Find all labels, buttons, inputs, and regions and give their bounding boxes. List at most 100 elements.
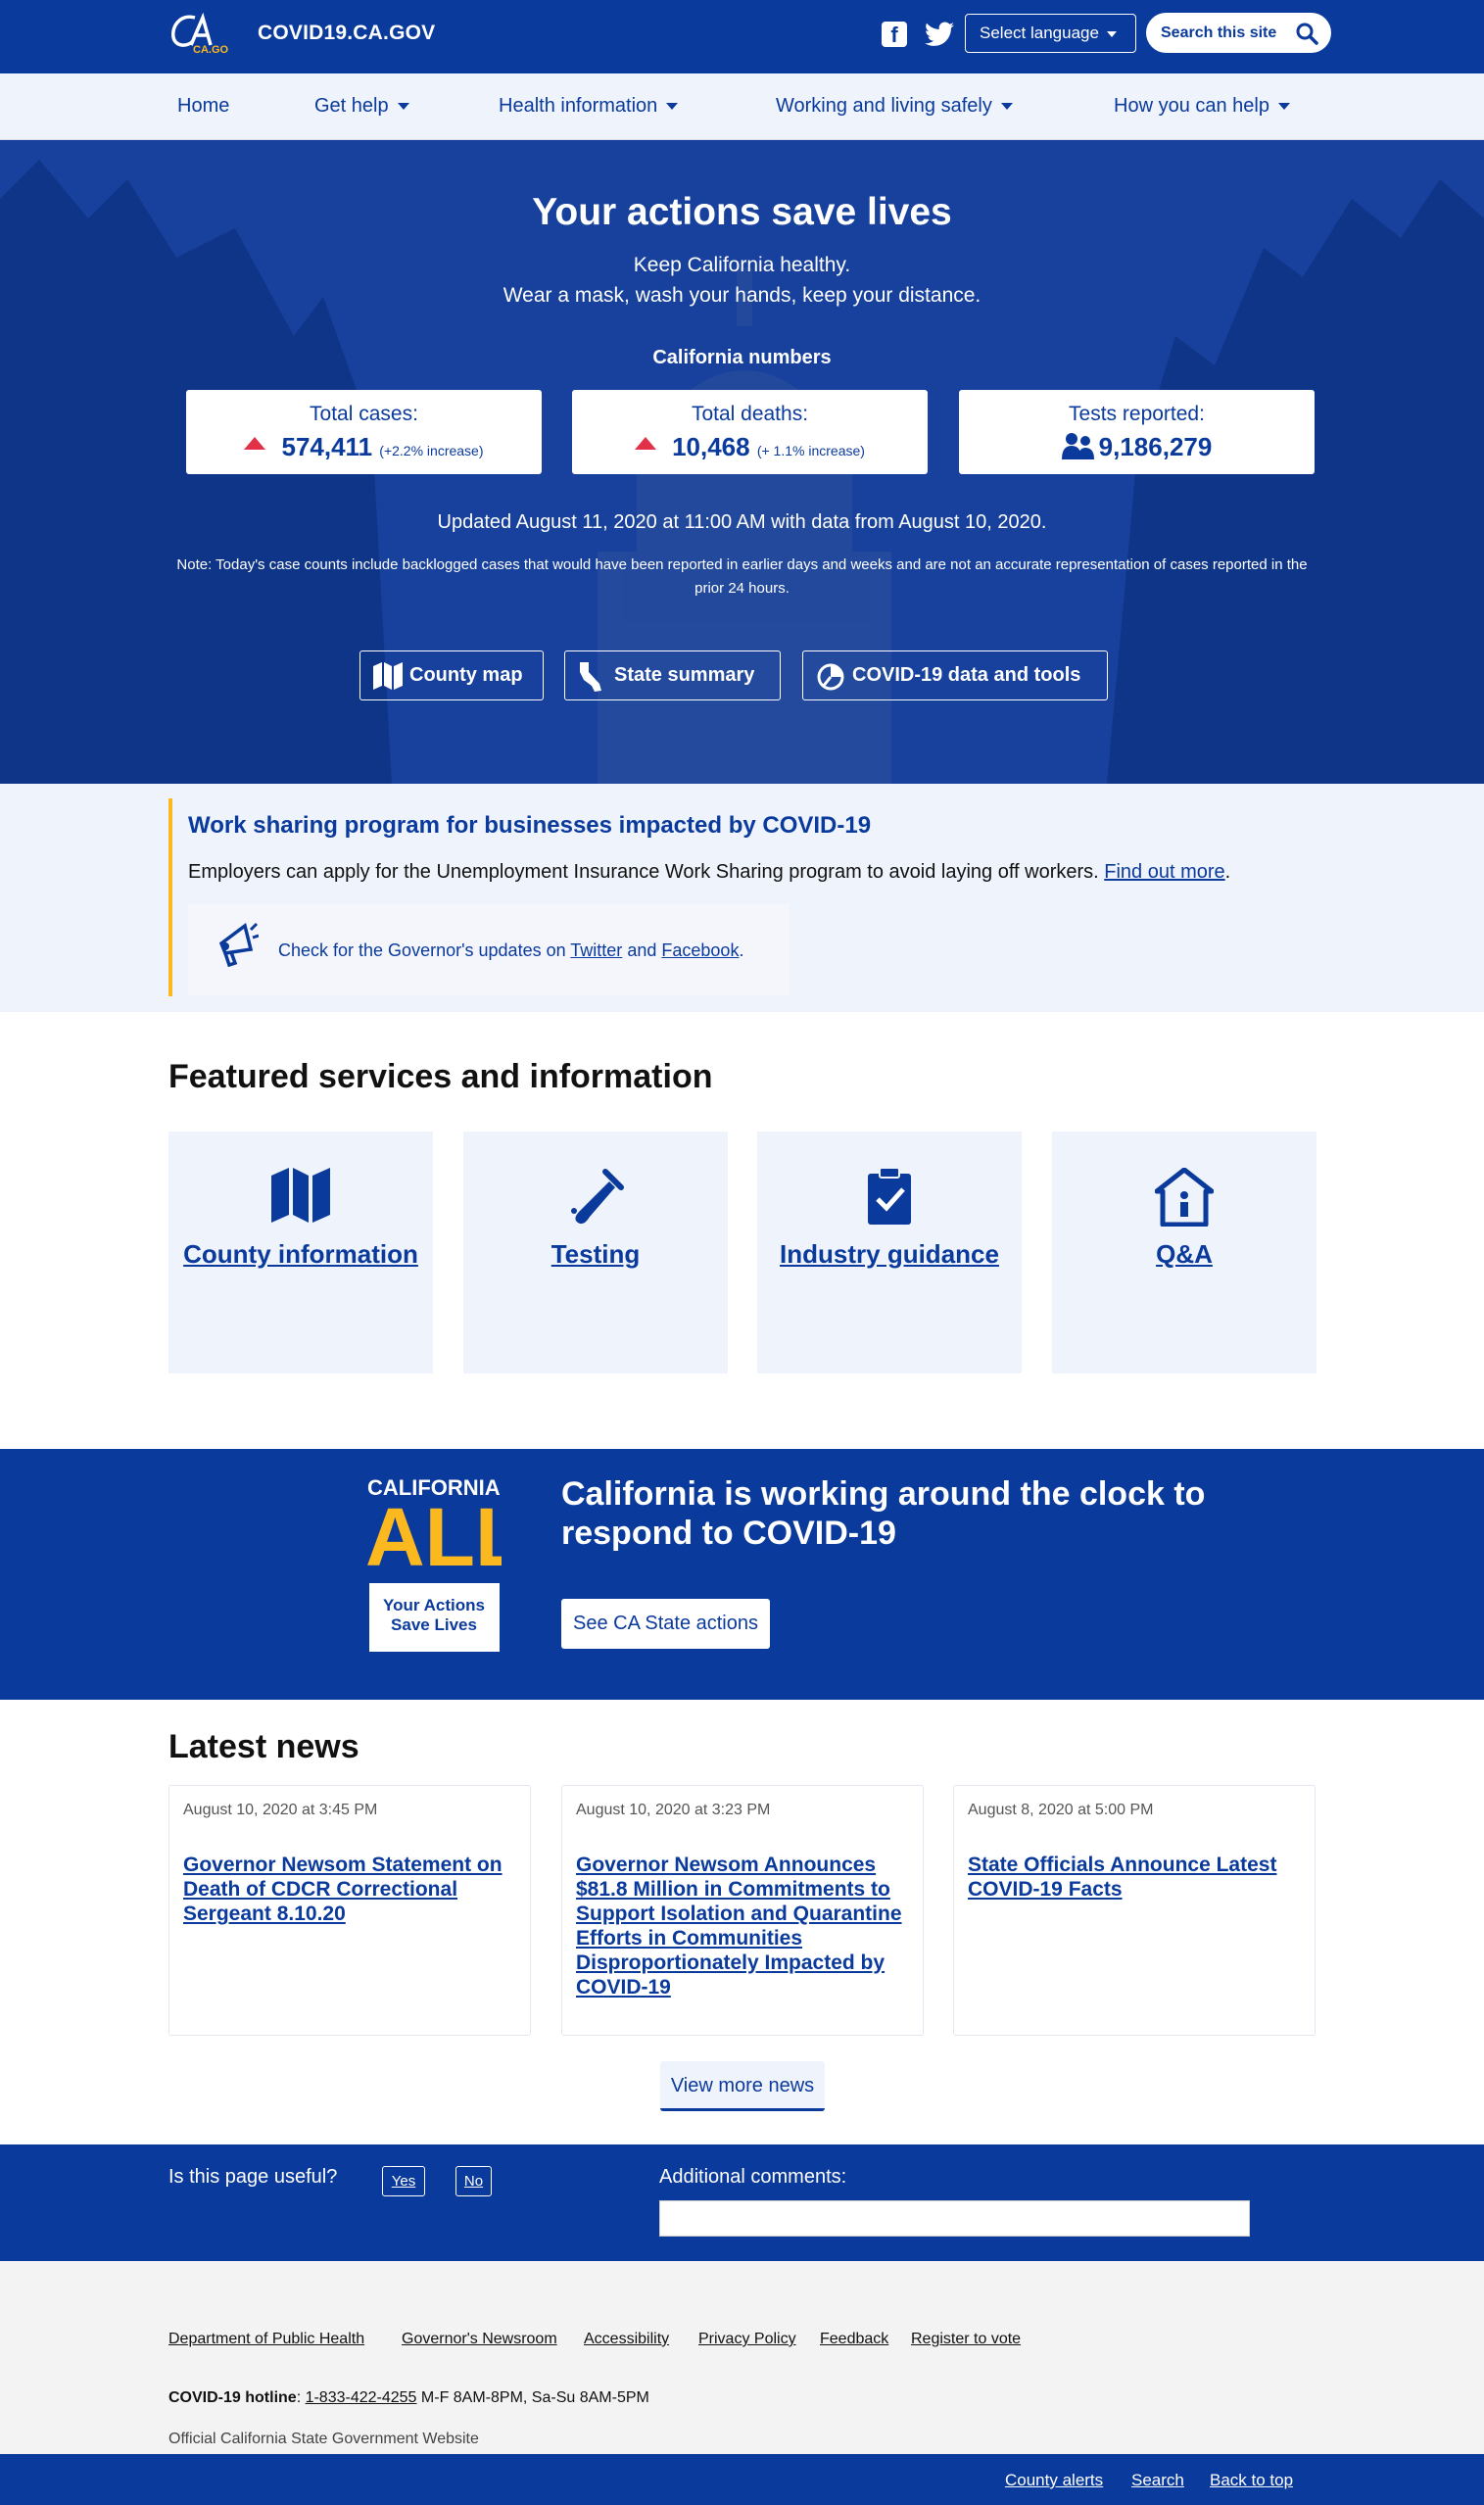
- footer-search-link[interactable]: Search: [1131, 2471, 1184, 2490]
- feedback-section: Is this page useful? Yes No Additional c…: [0, 2144, 1484, 2261]
- nav-item-label: Health information: [499, 95, 658, 117]
- card-qa[interactable]: Q&A: [1052, 1132, 1316, 1373]
- test-tube-icon: [571, 1169, 624, 1225]
- hero-subtitle: Keep California healthy. Wear a mask, wa…: [0, 250, 1484, 311]
- twitter-icon[interactable]: [925, 22, 954, 47]
- no-button[interactable]: No: [455, 2166, 492, 2196]
- nav-item-health-information[interactable]: Health information: [499, 95, 679, 118]
- megaphone-icon: [218, 922, 259, 967]
- bottom-bar: County alerts Search Back to top: [0, 2454, 1484, 2505]
- see-state-actions-button[interactable]: See CA State actions: [561, 1599, 770, 1649]
- chevron-down-icon: [397, 103, 409, 111]
- governor-updates-and: and: [627, 940, 657, 960]
- page-useful-question: Is this page useful?: [168, 2166, 338, 2188]
- hero-title: Your actions save lives: [532, 191, 952, 233]
- facebook-link[interactable]: Facebook: [661, 940, 739, 960]
- house-info-icon: [1155, 1168, 1214, 1227]
- nav-item-label: Working and living safely: [776, 95, 992, 117]
- nav-item-label: How you can help: [1114, 95, 1269, 117]
- facebook-icon[interactable]: f: [882, 22, 907, 47]
- additional-comments-input[interactable]: [659, 2200, 1250, 2237]
- alert-text: Employers can apply for the Unemployment…: [188, 861, 1231, 883]
- stat-value: 10,468: [672, 432, 750, 461]
- news-headline-link[interactable]: State Officials Announce Latest COVID-19…: [968, 1853, 1311, 1902]
- top-header: CA.GOV COVID19.CA.GOV f Select language …: [0, 0, 1484, 73]
- footer-link-feedback[interactable]: Feedback: [820, 2331, 888, 2348]
- hotline-number-link[interactable]: 1-833-422-4255: [306, 2389, 417, 2406]
- ca-gov-logo[interactable]: CA.GOV: [169, 12, 228, 55]
- card-label: Q&A: [1156, 1239, 1213, 1269]
- map-icon: [271, 1168, 330, 1223]
- card-label: Testing: [551, 1239, 641, 1269]
- page: CA.GOV COVID19.CA.GOV f Select language …: [0, 0, 1484, 2505]
- increase-arrow-icon: [244, 437, 266, 450]
- governor-updates-text: Check for the Governor's updates on Twit…: [278, 940, 743, 961]
- card-industry-guidance[interactable]: Industry guidance: [757, 1132, 1022, 1373]
- stat-label: Total cases:: [310, 403, 418, 425]
- alert-title: Work sharing program for businesses impa…: [188, 812, 872, 839]
- card-testing[interactable]: Testing: [463, 1132, 728, 1373]
- footer-link-register-vote[interactable]: Register to vote: [911, 2331, 1021, 2348]
- footer-link-accessibility[interactable]: Accessibility: [584, 2331, 669, 2348]
- data-tools-label: COVID-19 data and tools: [852, 664, 1081, 686]
- yes-button[interactable]: Yes: [382, 2166, 425, 2196]
- news-card: August 10, 2020 at 3:23 PM Governor News…: [561, 1785, 924, 2036]
- stat-tests-reported: Tests reported: 9,186,279: [959, 390, 1315, 474]
- stat-change: (+ 1.1% increase): [756, 443, 865, 458]
- updated-text: Updated August 11, 2020 at 11:00 AM with…: [437, 511, 1047, 533]
- stat-value: 574,411: [281, 432, 373, 461]
- latest-news-title: Latest news: [168, 1728, 359, 1765]
- hotline-label: COVID-19 hotline: [168, 2389, 297, 2406]
- nav-item-get-help[interactable]: Get help: [314, 95, 409, 118]
- view-more-news-button[interactable]: View more news: [660, 2061, 825, 2111]
- twitter-link[interactable]: Twitter: [570, 940, 622, 960]
- map-icon: [373, 662, 403, 690]
- news-date: August 8, 2020 at 5:00 PM: [968, 1802, 1154, 1818]
- news-headline-link[interactable]: Governor Newsom Announces $81.8 Million …: [576, 1853, 919, 1999]
- california-all-title: California is working around the clock t…: [561, 1475, 1206, 1552]
- news-headline-link[interactable]: Governor Newsom Statement on Death of CD…: [183, 1853, 526, 1926]
- county-map-button[interactable]: County map: [359, 650, 544, 700]
- footer-link-public-health[interactable]: Department of Public Health: [168, 2331, 364, 2348]
- county-alerts-link[interactable]: County alerts: [1005, 2471, 1103, 2490]
- clipboard-check-icon: [868, 1168, 911, 1225]
- back-to-top-link[interactable]: Back to top: [1210, 2471, 1293, 2490]
- svg-text:Your Actions: Your Actions: [383, 1596, 485, 1614]
- stat-label: Tests reported:: [1069, 403, 1205, 425]
- find-out-more-link[interactable]: Find out more: [1104, 861, 1224, 883]
- news-card: August 10, 2020 at 3:45 PM Governor News…: [168, 1785, 531, 2036]
- hero-subtitle-line-2: Wear a mask, wash your hands, keep your …: [503, 284, 981, 307]
- chevron-down-icon: [1277, 103, 1290, 111]
- search-icon: [1296, 23, 1318, 45]
- hotline-hours: M-F 8AM-8PM, Sa-Su 8AM-5PM: [420, 2389, 649, 2406]
- stat-total-deaths: Total deaths: 10,468 (+ 1.1% increase): [572, 390, 928, 474]
- stat-label: Total deaths:: [691, 403, 809, 425]
- governor-updates-box: Check for the Governor's updates on Twit…: [188, 904, 790, 995]
- footer-link-privacy[interactable]: Privacy Policy: [698, 2331, 796, 2348]
- card-label: Industry guidance: [780, 1239, 999, 1269]
- california-all-logo: CALIFORNIA ALL Your Actions Save Lives: [367, 1475, 502, 1652]
- increase-arrow-icon: [635, 437, 657, 450]
- stat-change: (+2.2% increase): [379, 443, 484, 458]
- data-tools-button[interactable]: COVID-19 data and tools: [802, 650, 1108, 700]
- governor-updates-suffix: .: [739, 940, 744, 960]
- svg-text:CA.GOV: CA.GOV: [193, 44, 228, 55]
- footer: Department of Public Health Governor's N…: [0, 2261, 1484, 2454]
- site-title[interactable]: COVID19.CA.GOV: [258, 22, 435, 45]
- alert-body: Employers can apply for the Unemployment…: [188, 861, 1099, 883]
- nav-item-home[interactable]: Home: [177, 95, 229, 118]
- case-count-note: Note: Today's case counts include backlo…: [176, 556, 1308, 597]
- nav-item-how-you-can-help[interactable]: How you can help: [1114, 95, 1290, 118]
- language-select[interactable]: Select language: [965, 14, 1136, 53]
- card-county-information[interactable]: County information: [168, 1132, 433, 1373]
- news-card: August 8, 2020 at 5:00 PM State Official…: [953, 1785, 1316, 2036]
- nav-item-working-living-safely[interactable]: Working and living safely: [776, 95, 1013, 118]
- search-label: Search this site: [1161, 24, 1277, 41]
- svg-text:Save Lives: Save Lives: [391, 1615, 477, 1634]
- search-button[interactable]: Search this site: [1146, 13, 1331, 53]
- california-all-section: CALIFORNIA ALL Your Actions Save Lives C…: [0, 1449, 1484, 1700]
- state-summary-button[interactable]: State summary: [564, 650, 781, 700]
- chevron-down-icon: [666, 103, 679, 111]
- footer-link-newsroom[interactable]: Governor's Newsroom: [402, 2331, 557, 2348]
- county-map-label: County map: [409, 664, 523, 686]
